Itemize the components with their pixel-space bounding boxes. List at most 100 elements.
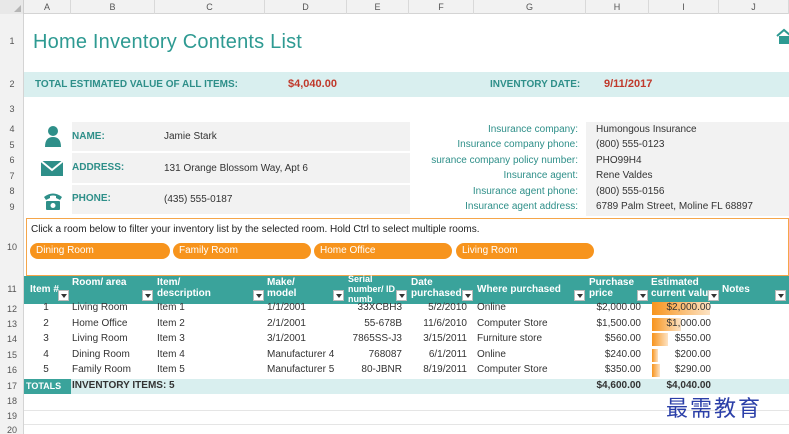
slicer-home-office[interactable]: Home Office — [314, 243, 452, 259]
cell-where[interactable]: Furniture store — [477, 333, 587, 344]
address-value[interactable]: 131 Orange Blossom Way, Apt 6 — [164, 163, 308, 174]
row-header-3[interactable]: 3 — [0, 104, 24, 114]
cell-est[interactable]: $290.00 — [651, 364, 711, 375]
cell-item[interactable]: 2 — [30, 318, 62, 329]
cell-price[interactable]: $2,000.00 — [589, 302, 642, 313]
row-header-2[interactable]: 2 — [0, 79, 24, 89]
cell-serial[interactable]: 80-JBNR — [348, 364, 402, 375]
row-header-20[interactable]: 20 — [0, 425, 24, 434]
cell-make[interactable]: 1/1/2001 — [267, 302, 347, 313]
policy-number-value[interactable]: PHO99H4 — [596, 155, 642, 166]
filter-dropdown-description[interactable] — [253, 290, 264, 301]
cell-room[interactable]: Family Room — [72, 364, 152, 375]
row-header-6[interactable]: 6 — [0, 155, 24, 165]
filter-dropdown-date[interactable] — [462, 290, 473, 301]
cell-est[interactable]: $1,000.00 — [651, 318, 712, 329]
cell-price[interactable]: $350.00 — [589, 364, 641, 375]
filter-dropdown-serial[interactable] — [396, 290, 407, 301]
row-header-17[interactable]: 17 — [0, 381, 24, 391]
cell-item[interactable]: 5 — [30, 364, 62, 375]
home-icon[interactable] — [776, 28, 789, 44]
cell-date[interactable]: 11/6/2010 — [409, 318, 467, 329]
table-row[interactable]: 2 Home Office Item 2 2/1/2001 55-678B 11/6/20… — [24, 317, 789, 332]
cell-serial[interactable]: 55-678B — [348, 318, 402, 329]
select-all-button[interactable] — [0, 0, 24, 14]
cell-date[interactable]: 3/15/2011 — [409, 333, 467, 344]
table-row[interactable]: 3 Living Room Item 3 3/1/2001 7865SS-J3 3/15/… — [24, 332, 789, 347]
row-header-10[interactable]: 10 — [0, 242, 24, 252]
insurance-company-phone-value[interactable]: (800) 555-0123 — [596, 139, 664, 150]
insurance-agent-address-value[interactable]: 6789 Palm Street, Moline FL 68897 — [596, 201, 753, 212]
filter-dropdown-make[interactable] — [333, 290, 344, 301]
row-header-1[interactable]: 1 — [0, 36, 24, 46]
row-header-4[interactable]: 4 — [0, 124, 24, 134]
cell-date[interactable]: 5/2/2010 — [409, 302, 467, 313]
row-header-7[interactable]: 7 — [0, 171, 24, 181]
column-header-d[interactable]: D — [265, 0, 347, 14]
table-row[interactable]: 1 Living Room Item 1 1/1/2001 33XCBH3 5/2/201… — [24, 301, 789, 316]
table-row[interactable]: 5 Family Room Item 5 Manufacturer 5 80-JBNR 8… — [24, 363, 789, 378]
table-row[interactable]: 4 Dining Room Item 4 Manufacturer 4 768087 6/… — [24, 348, 789, 363]
cell-make[interactable]: 3/1/2001 — [267, 333, 347, 344]
cell-make[interactable]: Manufacturer 5 — [267, 364, 347, 375]
slicer-family-room[interactable]: Family Room — [173, 243, 311, 259]
filter-dropdown-notes[interactable] — [775, 290, 786, 301]
cell-desc[interactable]: Item 3 — [157, 333, 257, 344]
cell-where[interactable]: Online — [477, 349, 587, 360]
cell-item[interactable]: 4 — [30, 349, 62, 360]
cell-price[interactable]: $240.00 — [589, 349, 641, 360]
cell-serial[interactable]: 33XCBH3 — [348, 302, 402, 313]
cell-date[interactable]: 6/1/2011 — [409, 349, 467, 360]
slicer-living-room[interactable]: Living Room — [456, 243, 594, 259]
cell-room[interactable]: Home Office — [72, 318, 152, 329]
filter-dropdown-estimated[interactable] — [708, 290, 719, 301]
filter-dropdown-price[interactable] — [637, 290, 648, 301]
cell-room[interactable]: Living Room — [72, 302, 152, 313]
row-header-9[interactable]: 9 — [0, 202, 24, 212]
row-header-11[interactable]: 11 — [0, 284, 24, 294]
column-header-a[interactable]: A — [24, 0, 71, 14]
cell-where[interactable]: Computer Store — [477, 318, 587, 329]
cell-price[interactable]: $1,500.00 — [589, 318, 642, 329]
cell-item[interactable]: 3 — [30, 333, 62, 344]
cell-desc[interactable]: Item 4 — [157, 349, 257, 360]
cell-desc[interactable]: Item 5 — [157, 364, 257, 375]
cell-date[interactable]: 8/19/2011 — [409, 364, 467, 375]
cell-make[interactable]: Manufacturer 4 — [267, 349, 347, 360]
inventory-date[interactable]: 9/11/2017 — [604, 78, 652, 90]
column-header-e[interactable]: E — [347, 0, 409, 14]
column-header-f[interactable]: F — [409, 0, 474, 14]
cell-est[interactable]: $200.00 — [651, 349, 711, 360]
cell-room[interactable]: Living Room — [72, 333, 152, 344]
column-header-b[interactable]: B — [71, 0, 155, 14]
filter-dropdown-item[interactable] — [58, 290, 69, 301]
cell-where[interactable]: Online — [477, 302, 587, 313]
cell-where[interactable]: Computer Store — [477, 364, 587, 375]
row-header-18[interactable]: 18 — [0, 396, 24, 406]
insurance-agent-value[interactable]: Rene Valdes — [596, 170, 653, 181]
insurance-company-value[interactable]: Humongous Insurance — [596, 124, 697, 135]
slicer-dining-room[interactable]: Dining Room — [30, 243, 170, 259]
row-header-13[interactable]: 13 — [0, 319, 24, 329]
phone-value[interactable]: (435) 555-0187 — [164, 194, 232, 205]
cell-price[interactable]: $560.00 — [589, 333, 641, 344]
row-header-19[interactable]: 19 — [0, 411, 24, 421]
cell-desc[interactable]: Item 2 — [157, 318, 257, 329]
cell-room[interactable]: Dining Room — [72, 349, 152, 360]
insurance-agent-phone-value[interactable]: (800) 555-0156 — [596, 186, 664, 197]
column-header-h[interactable]: H — [586, 0, 649, 14]
row-header-14[interactable]: 14 — [0, 334, 24, 344]
cell-est[interactable]: $2,000.00 — [651, 302, 712, 313]
column-header-g[interactable]: G — [474, 0, 586, 14]
filter-dropdown-where[interactable] — [574, 290, 585, 301]
cell-est[interactable]: $550.00 — [651, 333, 711, 344]
row-header-16[interactable]: 16 — [0, 365, 24, 375]
row-header-5[interactable]: 5 — [0, 140, 24, 150]
column-header-c[interactable]: C — [155, 0, 265, 14]
cell-make[interactable]: 2/1/2001 — [267, 318, 347, 329]
cell-item[interactable]: 1 — [30, 302, 62, 313]
row-header-12[interactable]: 12 — [0, 304, 24, 314]
cell-serial[interactable]: 768087 — [348, 349, 402, 360]
row-header-15[interactable]: 15 — [0, 350, 24, 360]
total-value[interactable]: $4,040.00 — [288, 78, 337, 90]
